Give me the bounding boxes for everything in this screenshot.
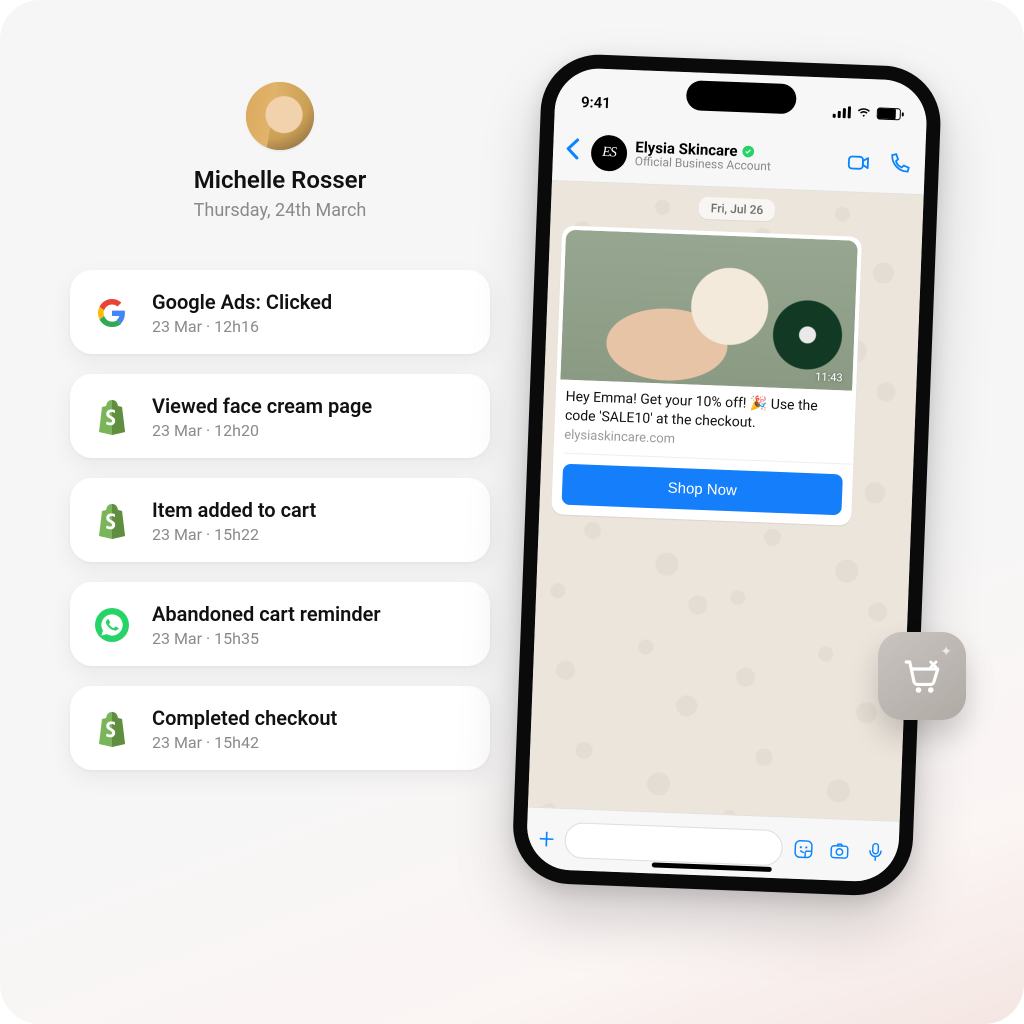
feed-title: Item added to cart <box>152 498 468 522</box>
feed-title: Viewed face cream page <box>152 394 468 418</box>
feed-meta: 23 Mar · 15h42 <box>152 733 468 752</box>
shopify-icon <box>92 397 132 437</box>
feed-title: Abandoned cart reminder <box>152 602 468 626</box>
status-time: 9:41 <box>581 93 611 112</box>
cart-tile[interactable]: ✦ <box>878 632 966 720</box>
verified-icon <box>741 144 756 159</box>
dynamic-island <box>686 80 797 114</box>
feed-card-viewed-page[interactable]: Viewed face cream page 23 Mar · 12h20 <box>70 374 490 458</box>
brand-avatar[interactable]: ES <box>590 134 627 171</box>
feed-card-added-to-cart[interactable]: Item added to cart 23 Mar · 15h22 <box>70 478 490 562</box>
sticker-icon[interactable] <box>792 837 815 860</box>
marketing-composite: Michelle Rosser Thursday, 24th March Goo… <box>0 0 1024 1024</box>
message-input[interactable] <box>564 821 783 865</box>
shopify-icon <box>92 501 132 541</box>
chat-date-chip: Fri, Jul 26 <box>698 197 775 222</box>
feed-card-google-ads[interactable]: Google Ads: Clicked 23 Mar · 12h16 <box>70 270 490 354</box>
voice-call-icon[interactable] <box>886 151 911 176</box>
phone-screen: 9:41 ES Elysia Skincare <box>526 67 929 883</box>
whatsapp-icon <box>92 605 132 645</box>
avatar <box>246 82 314 150</box>
feed-card-abandoned-cart[interactable]: Abandoned cart reminder 23 Mar · 15h35 <box>70 582 490 666</box>
activity-feed: Google Ads: Clicked 23 Mar · 12h16 Viewe… <box>70 270 490 770</box>
back-button[interactable] <box>561 136 584 167</box>
feed-meta: 23 Mar · 12h16 <box>152 317 468 336</box>
feed-meta: 23 Mar · 12h20 <box>152 421 468 440</box>
sparkle-icon: ✦ <box>940 644 952 660</box>
feed-card-completed-checkout[interactable]: Completed checkout 23 Mar · 15h42 <box>70 686 490 770</box>
battery-icon <box>877 107 901 120</box>
profile-date: Thursday, 24th March <box>100 200 460 221</box>
shop-now-button[interactable]: Shop Now <box>562 463 843 515</box>
chat-area[interactable]: Fri, Jul 26 11:43 Hey Emma! Get your 10%… <box>528 181 924 821</box>
wifi-icon <box>856 107 872 120</box>
attach-button[interactable]: + <box>538 822 555 856</box>
profile-name: Michelle Rosser <box>100 166 460 194</box>
mic-icon[interactable] <box>864 840 887 863</box>
phone-mockup: 9:41 ES Elysia Skincare <box>511 53 943 898</box>
cart-icon <box>901 655 943 697</box>
message-time: 11:43 <box>815 370 843 384</box>
profile-header: Michelle Rosser Thursday, 24th March <box>100 82 460 221</box>
feed-title: Google Ads: Clicked <box>152 290 468 314</box>
google-icon <box>92 293 132 333</box>
shopify-icon <box>92 709 132 749</box>
message-bubble: 11:43 Hey Emma! Get your 10% off! 🎉 Use … <box>551 225 862 525</box>
feed-meta: 23 Mar · 15h35 <box>152 629 468 648</box>
camera-icon[interactable] <box>828 839 851 862</box>
feed-meta: 23 Mar · 15h22 <box>152 525 468 544</box>
feed-title: Completed checkout <box>152 706 468 730</box>
composer: + <box>526 807 900 883</box>
message-media[interactable]: 11:43 <box>560 230 858 391</box>
video-call-icon[interactable] <box>846 150 871 175</box>
signal-icon <box>833 106 851 119</box>
